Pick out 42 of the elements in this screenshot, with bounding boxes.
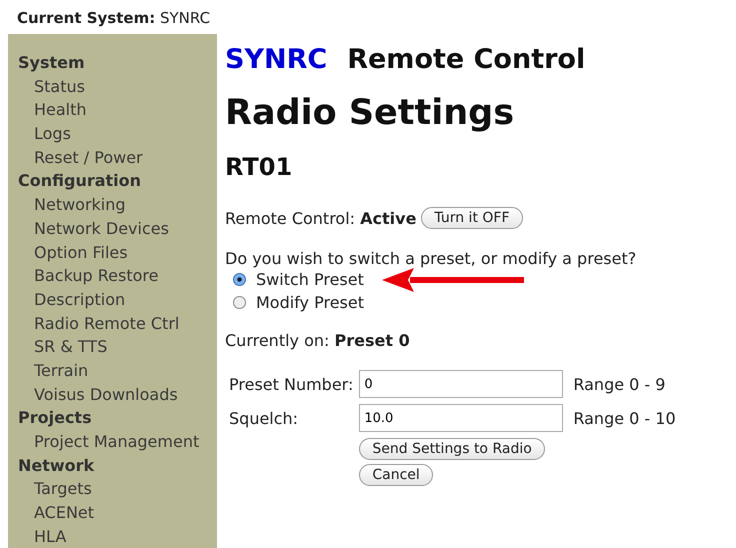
input-field[interactable]: 0 <box>359 370 564 398</box>
form-button[interactable]: Send Settings to Radio <box>359 438 545 460</box>
input-field[interactable]: 10.0 <box>359 404 564 432</box>
sidebar-link[interactable]: Option Files <box>18 240 217 264</box>
sidebar-link[interactable]: Targets <box>18 477 217 502</box>
sidebar-link[interactable]: Backup Restore <box>18 264 217 288</box>
brand-title: SYNRC <box>225 44 328 75</box>
field-label: Preset Number: <box>229 374 354 394</box>
radio-label[interactable]: Switch Preset <box>256 270 364 289</box>
device-title: RT01 <box>225 153 292 181</box>
radio-button[interactable] <box>233 273 246 286</box>
field-label: Squelch: <box>229 408 300 428</box>
sidebar-link[interactable]: Terrain <box>18 358 217 383</box>
app-title: Remote Control <box>347 44 586 75</box>
sidebar-link[interactable]: SR & TTS <box>18 335 217 359</box>
sidebar-heading: Configuration <box>18 170 142 192</box>
sidebar-heading: Projects <box>18 407 93 430</box>
page-title: Radio Settings <box>225 93 514 133</box>
current-system-label: Current System: SYNRC <box>17 9 210 27</box>
radio-button[interactable] <box>233 296 246 309</box>
sidebar-link[interactable]: Description <box>18 288 217 312</box>
sidebar-link[interactable]: Reset / Power <box>18 146 217 170</box>
sidebar-link[interactable]: ACENet <box>18 501 217 525</box>
sidebar-heading: Network <box>18 454 96 477</box>
sidebar-link[interactable]: Radio Remote Ctrl <box>18 312 217 336</box>
range-text: Range 0 - 9 <box>572 374 666 394</box>
radio-label[interactable]: Modify Preset <box>256 293 364 312</box>
range-text: Range 0 - 10 <box>572 408 676 428</box>
sidebar-link[interactable]: HLA <box>18 524 217 548</box>
turn-off-button[interactable]: Turn it OFF <box>421 207 523 229</box>
sidebar-heading: System <box>18 52 86 74</box>
sidebar-link[interactable]: Project Management <box>18 430 217 454</box>
sidebar-link[interactable]: Networking <box>18 193 217 217</box>
sidebar-link[interactable]: Network Devices <box>18 216 217 240</box>
sidebar-link[interactable]: Health <box>18 98 217 122</box>
remote-control-status: Remote Control: Active <box>225 208 416 228</box>
sidebar-link[interactable]: Status <box>18 74 217 98</box>
sidebar-link[interactable]: Voisus Downloads <box>18 382 217 406</box>
sidebar-link[interactable]: Logs <box>18 122 217 146</box>
form-button[interactable]: Cancel <box>359 464 433 486</box>
current-preset-text: Currently on: Preset 0 <box>225 331 410 350</box>
question-text: Do you wish to switch a preset, or modify a preset? <box>225 249 636 268</box>
